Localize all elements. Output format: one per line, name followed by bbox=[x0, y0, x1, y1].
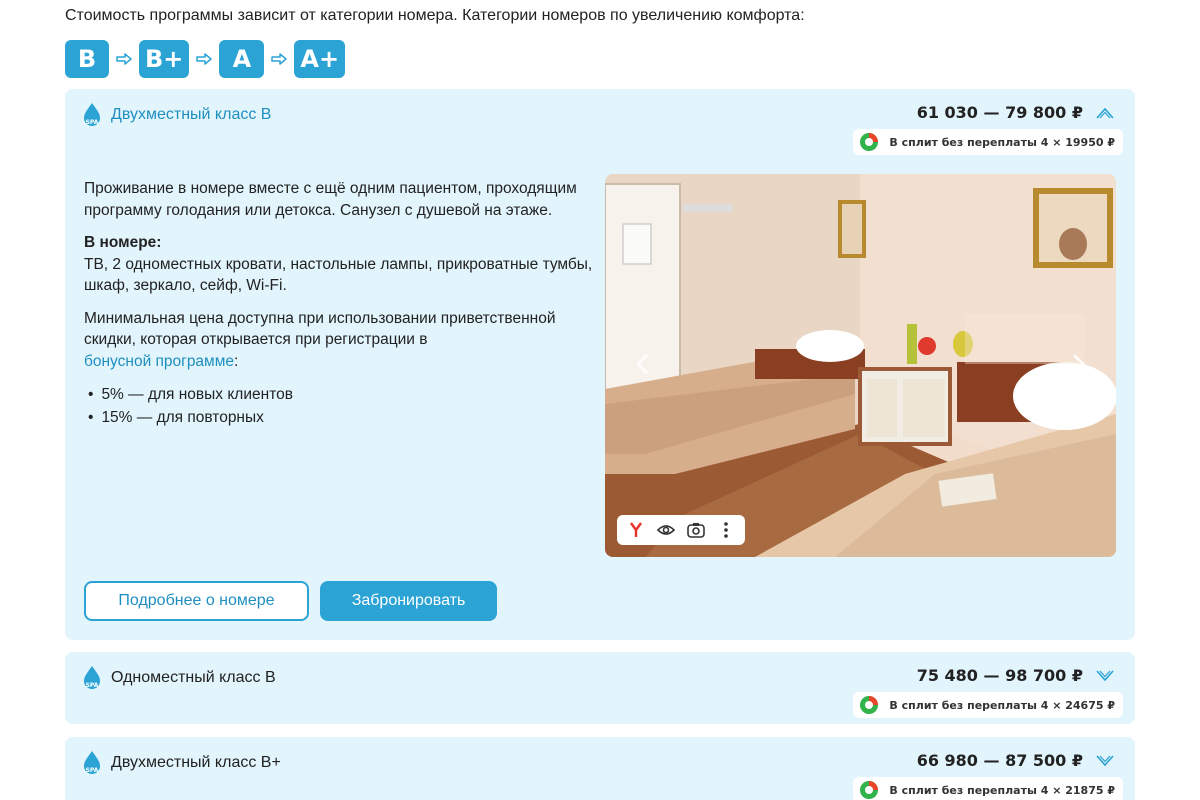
room-price-row[interactable]: 61 030 — 79 800 ₽ bbox=[917, 103, 1115, 122]
svg-text:SPA: SPA bbox=[86, 767, 99, 774]
category-badge-a: A bbox=[219, 40, 265, 78]
split-payment-text: В сплит без переплаты 4 × 19950 ₽ bbox=[889, 135, 1115, 149]
discount-suffix: : bbox=[234, 352, 239, 370]
photo-prev-icon[interactable] bbox=[633, 352, 653, 376]
room-photo-image bbox=[605, 174, 1116, 557]
arrow-right-icon bbox=[109, 53, 139, 65]
room-header[interactable]: SPA Одноместный класс B bbox=[82, 665, 276, 691]
spa-drop-icon: SPA bbox=[84, 666, 100, 689]
split-payment-badge[interactable]: В сплит без переплаты 4 × 21875 ₽ bbox=[853, 777, 1123, 800]
svg-text:SPA: SPA bbox=[86, 682, 99, 689]
room-card-double-b: SPA Двухместный класс B 61 030 — 79 800 … bbox=[65, 89, 1135, 640]
room-photo[interactable] bbox=[605, 174, 1116, 557]
amenities-list: ТВ, 2 одноместных кровати, настольные ла… bbox=[84, 255, 593, 295]
discount-item: 5% — для новых клиентов bbox=[84, 383, 604, 406]
camera-search-icon[interactable] bbox=[686, 520, 706, 540]
category-badge-b-plus: B+ bbox=[139, 40, 190, 78]
bonus-program-link[interactable]: бонусной программе bbox=[84, 353, 234, 370]
room-header[interactable]: SPA Двухместный класс B+ bbox=[82, 750, 281, 776]
arrow-right-icon bbox=[189, 53, 219, 65]
room-title: Двухместный класс B+ bbox=[111, 754, 281, 771]
room-description: Проживание в номере вместе с ещё одним п… bbox=[84, 178, 604, 429]
yandex-icon[interactable] bbox=[626, 520, 646, 540]
discount-text: Минимальная цена доступна при использова… bbox=[84, 309, 556, 349]
room-summary: Проживание в номере вместе с ещё одним п… bbox=[84, 180, 577, 219]
room-card-double-b-plus[interactable]: SPA Двухместный класс B+ 66 980 — 87 500… bbox=[65, 737, 1135, 800]
chevron-down-icon[interactable] bbox=[1095, 754, 1115, 768]
room-price-row[interactable]: 66 980 — 87 500 ₽ bbox=[917, 751, 1115, 770]
split-payment-text: В сплит без переплаты 4 × 21875 ₽ bbox=[889, 783, 1115, 797]
room-price: 75 480 — 98 700 ₽ bbox=[916, 666, 1083, 685]
discount-list: 5% — для новых клиентов 15% — для повтор… bbox=[84, 383, 604, 429]
photo-next-icon[interactable] bbox=[1068, 352, 1088, 376]
spa-drop-icon: SPA bbox=[84, 103, 100, 126]
discount-note: Минимальная цена доступна при использова… bbox=[84, 308, 604, 373]
more-vertical-icon[interactable] bbox=[716, 520, 736, 540]
room-title: Двухместный класс B bbox=[111, 106, 272, 123]
discount-item: 15% — для повторных bbox=[84, 406, 604, 429]
split-logo-icon bbox=[860, 696, 879, 714]
amenities-title: В номере: bbox=[84, 234, 162, 251]
arrow-right-icon bbox=[264, 53, 294, 65]
category-badge-a-plus: A+ bbox=[294, 40, 346, 78]
chevron-down-icon[interactable] bbox=[1095, 669, 1115, 683]
eye-icon[interactable] bbox=[656, 520, 676, 540]
image-toolbar bbox=[617, 515, 745, 545]
room-details-button[interactable]: Подробнее о номере bbox=[84, 581, 309, 621]
spa-drop-icon: SPA bbox=[84, 751, 100, 774]
svg-text:SPA: SPA bbox=[86, 119, 99, 126]
room-card-single-b[interactable]: SPA Одноместный класс B 75 480 — 98 700 … bbox=[65, 652, 1135, 724]
chevron-up-icon[interactable] bbox=[1095, 106, 1115, 120]
category-sequence: B B+ A A+ bbox=[65, 40, 346, 78]
split-payment-text: В сплит без переплаты 4 × 24675 ₽ bbox=[889, 698, 1115, 712]
split-logo-icon bbox=[860, 133, 879, 151]
room-title: Одноместный класс B bbox=[111, 669, 276, 686]
split-payment-badge[interactable]: В сплит без переплаты 4 × 24675 ₽ bbox=[853, 692, 1123, 718]
split-payment-badge[interactable]: В сплит без переплаты 4 × 19950 ₽ bbox=[853, 129, 1123, 155]
room-header[interactable]: SPA Двухместный класс B bbox=[82, 102, 271, 128]
pricing-intro-text: Стоимость программы зависит от категории… bbox=[65, 7, 805, 24]
split-logo-icon bbox=[860, 781, 879, 799]
room-price-row[interactable]: 75 480 — 98 700 ₽ bbox=[917, 666, 1115, 685]
book-button[interactable]: Забронировать bbox=[320, 581, 497, 621]
room-price: 66 980 — 87 500 ₽ bbox=[916, 751, 1083, 770]
room-price: 61 030 — 79 800 ₽ bbox=[916, 103, 1083, 122]
category-badge-b: B bbox=[65, 40, 109, 78]
